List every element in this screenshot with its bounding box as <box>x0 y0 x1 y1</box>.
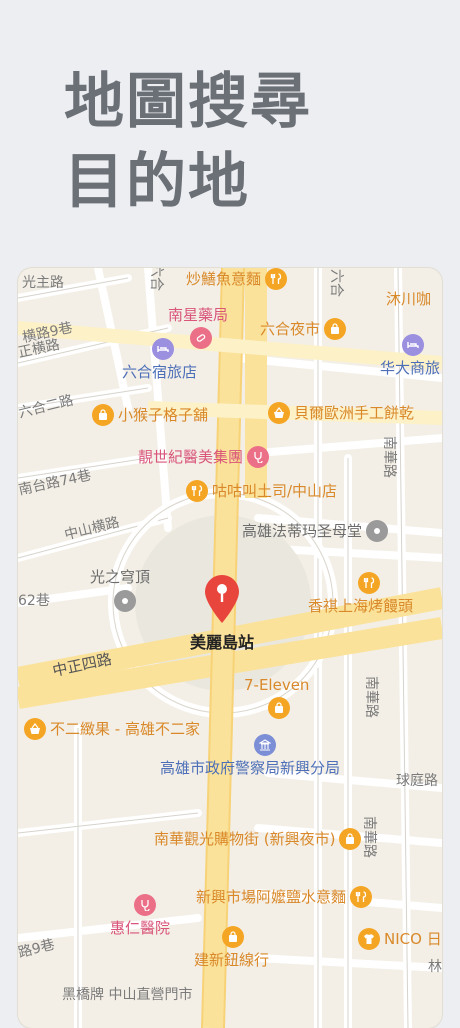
selected-location-label: 美麗島站 <box>190 633 255 652</box>
street-label: 南華路 <box>363 676 379 718</box>
poi-shop[interactable]: 建新鈕線行 <box>194 926 269 969</box>
poi-restaurant[interactable]: 炒鱔魚意麵 <box>186 268 288 290</box>
place-icon <box>366 520 389 542</box>
street-label: 六合 <box>328 269 344 297</box>
bed-icon <box>402 334 424 356</box>
poi-label: 六合宿旅店 <box>122 363 198 381</box>
fork-knife-icon <box>186 480 208 502</box>
shopping-bag-icon <box>92 404 114 426</box>
poi-hotel[interactable]: 六合宿旅店 <box>122 338 197 381</box>
street-label: 光主路 <box>22 275 64 291</box>
poi-church[interactable]: 高雄法蒂玛圣母堂 <box>242 520 389 542</box>
poi-shop[interactable]: 小猴子格子舖 <box>92 404 208 426</box>
poi-hotel[interactable]: 华大商旅 <box>380 334 440 377</box>
shopping-bag-icon <box>268 697 290 719</box>
poi-label: 新興市場阿嬤鹽水意麵 <box>196 888 347 906</box>
poi-bakery[interactable]: 貝爾歐洲手工餅乾 <box>268 402 414 424</box>
street-label: 南華路 <box>381 436 397 478</box>
poi-label: 南華觀光購物街 (新興夜市) <box>154 830 336 848</box>
poi-police[interactable]: 高雄市政府警察局新興分局 <box>160 734 340 777</box>
poi-label: 六合夜市 <box>260 320 321 338</box>
street-label: 六合 <box>148 268 164 291</box>
poi-landmark[interactable]: 光之穹頂 <box>90 568 150 612</box>
poi-label: 小猴子格子舖 <box>118 406 209 424</box>
headline-line-2: 目的地 <box>64 147 250 217</box>
fork-knife-icon <box>265 268 288 290</box>
poi-label: 高雄法蒂玛圣母堂 <box>242 522 363 540</box>
fork-knife-icon <box>350 886 373 908</box>
poi-restaurant[interactable]: 咕咕叫土司/中山店 <box>186 480 337 502</box>
bed-icon <box>152 338 174 360</box>
poi-label: 惠仁醫院 <box>110 919 171 937</box>
basket-icon <box>24 718 46 740</box>
shopping-bag-icon <box>324 318 347 340</box>
location-pin-icon[interactable] <box>204 574 240 624</box>
poi-label: 香祺上海烤饅頭 <box>308 597 414 615</box>
poi-label: 貝爾歐洲手工餅乾 <box>294 404 415 422</box>
shirt-icon <box>358 928 380 950</box>
poi-label: 高雄市政府警察局新興分局 <box>160 759 341 777</box>
poi-label: 华大商旅 <box>380 359 441 377</box>
poi-clinic[interactable]: 靚世紀醫美集團 <box>138 446 270 468</box>
poi-label: 7-Eleven <box>244 676 310 694</box>
poi-restaurant[interactable]: 新興市場阿嬤鹽水意麵 <box>196 886 373 908</box>
poi-cafe[interactable]: 沐川咖 <box>386 290 431 308</box>
poi-restaurant[interactable]: 香祺上海烤饅頭 <box>308 572 413 615</box>
headline-line-1: 地圖搜尋 <box>64 67 312 137</box>
police-icon <box>254 734 276 756</box>
poi-label: 建新鈕線行 <box>194 951 270 969</box>
fork-knife-icon <box>358 572 380 594</box>
poi-hospital[interactable]: 惠仁醫院 <box>110 894 170 937</box>
shopping-bag-icon <box>222 926 244 948</box>
street-label: 球庭路 <box>396 773 438 789</box>
poi-label: NICO 日 <box>384 930 442 948</box>
map-view[interactable]: 光主路 六合 六合 横路9巷 正横路 六合二路 南台路74巷 中山横路 62巷 … <box>18 268 442 1028</box>
poi-label: 南星藥局 <box>168 306 229 324</box>
street-label: 林 <box>428 959 442 975</box>
shopping-bag-icon <box>339 828 362 850</box>
street-label: 黑橋牌 中山直營門市 <box>62 987 193 1003</box>
poi-label: 光之穹頂 <box>90 568 151 586</box>
street-label: 南華路 <box>361 816 377 858</box>
poi-label: 沐川咖 <box>386 290 432 308</box>
poi-shopping-street[interactable]: 南華觀光購物街 (新興夜市) <box>154 828 362 850</box>
basket-icon <box>268 402 290 424</box>
poi-label: 靚世紀醫美集團 <box>138 448 244 466</box>
street-label: 62巷 <box>18 593 50 609</box>
poi-convenience-store[interactable]: 7-Eleven <box>244 676 309 719</box>
poi-clothing-store[interactable]: NICO 日 <box>358 928 442 950</box>
headline: 地圖搜尋 目的地 <box>64 62 312 222</box>
poi-label: 咕咕叫土司/中山店 <box>212 482 338 500</box>
stethoscope-icon <box>134 894 156 916</box>
poi-label: 炒鱔魚意麵 <box>186 270 262 288</box>
stethoscope-icon <box>247 446 270 468</box>
place-icon <box>114 590 136 612</box>
poi-night-market[interactable]: 六合夜市 <box>260 318 347 340</box>
